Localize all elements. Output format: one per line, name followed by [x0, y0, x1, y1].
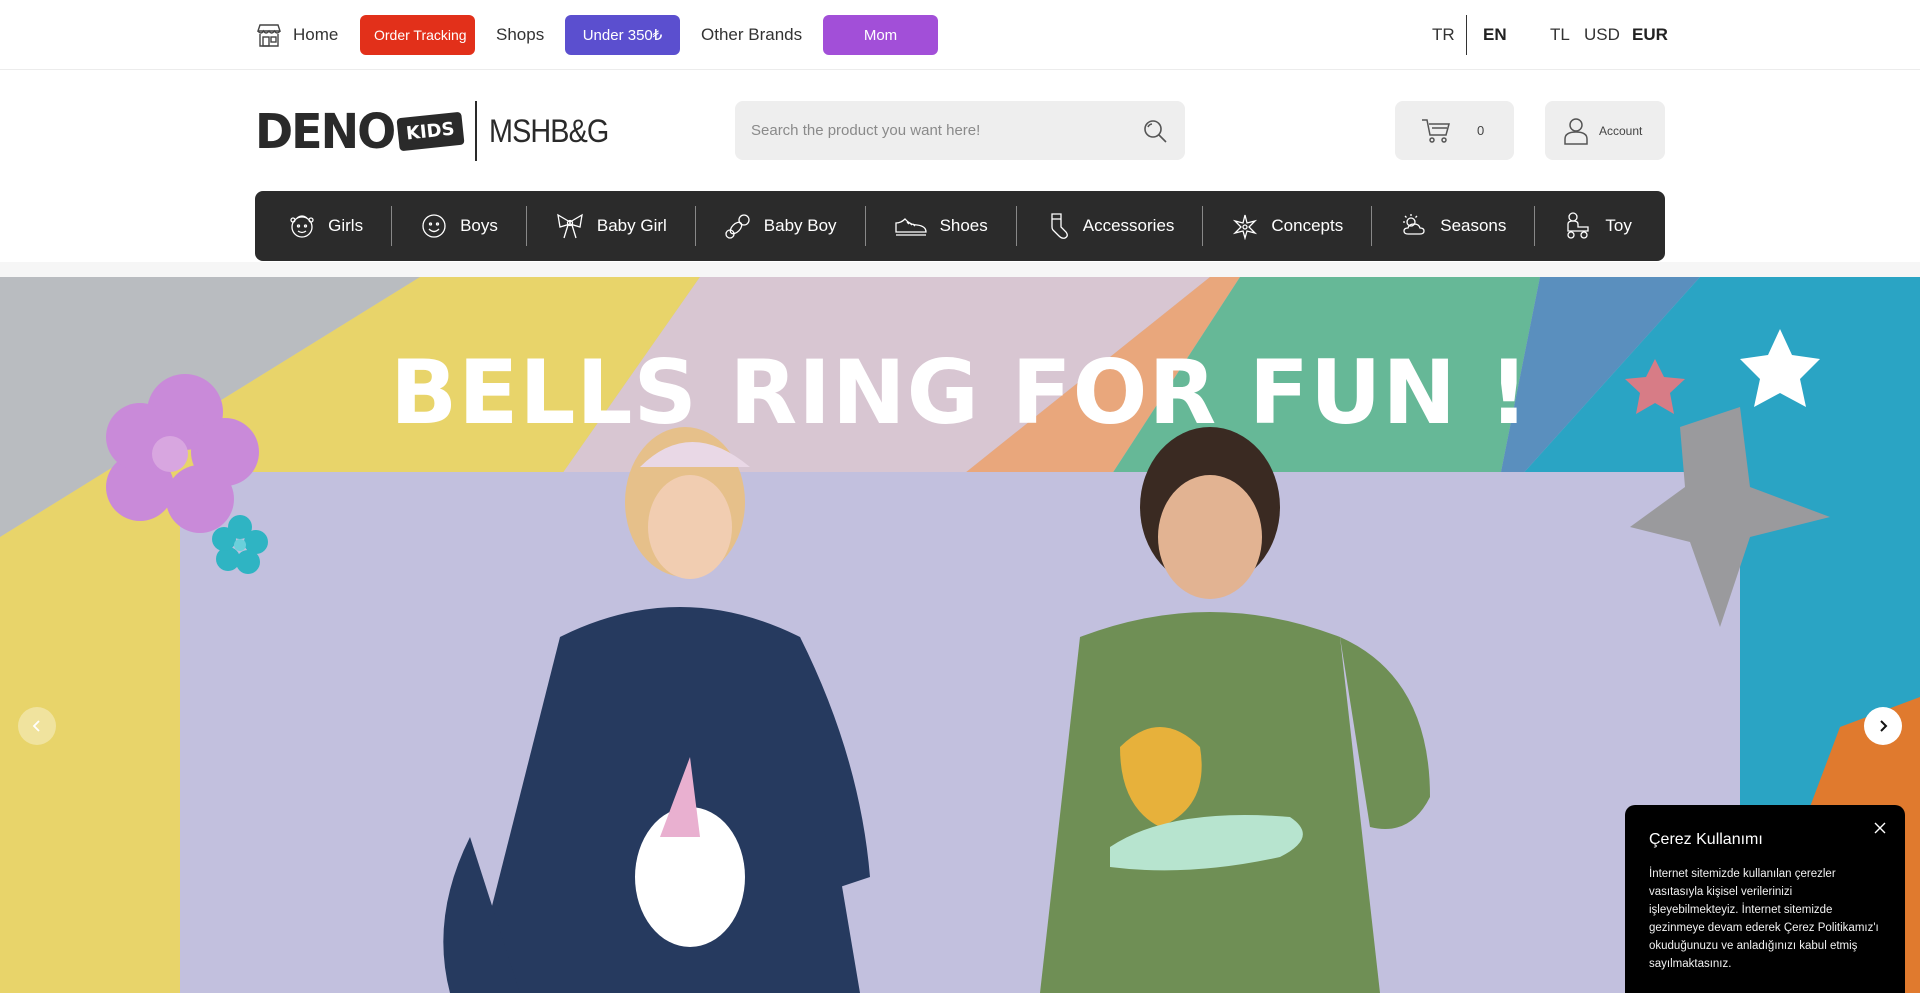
category-label: Baby Girl: [596, 216, 667, 235]
bow-icon: [557, 213, 583, 239]
category-label: Toy: [1605, 216, 1632, 235]
cookie-notice: Çerez Kullanımı İnternet sitemizde kulla…: [1625, 805, 1905, 993]
search-input[interactable]: [751, 122, 1141, 139]
slider-next-button[interactable]: [1864, 707, 1902, 745]
category-label: Baby Boy: [763, 216, 837, 235]
sock-icon: [1051, 213, 1068, 239]
category-baby-boy[interactable]: Baby Boy: [696, 206, 866, 246]
logo-divider: [474, 101, 477, 161]
search-bar: [735, 101, 1185, 160]
currency-tl[interactable]: TL: [1550, 15, 1570, 55]
cookie-text: İnternet sitemizde kullanılan çerezler v…: [1649, 868, 1879, 970]
language-tr[interactable]: TR: [1432, 15, 1455, 55]
category-label: Shoes: [939, 216, 988, 235]
slider-prev-button[interactable]: [18, 707, 56, 745]
boy-face-icon: [422, 214, 446, 238]
currency-usd[interactable]: USD: [1584, 15, 1620, 55]
category-seasons[interactable]: Seasons: [1372, 206, 1536, 246]
category-shoes[interactable]: Shoes: [866, 206, 1017, 246]
home-label: Home: [293, 25, 339, 44]
sparkle-icon: [1233, 214, 1258, 240]
site-logo[interactable]: DENO KIDS MSHB&G: [255, 100, 621, 162]
category-girls[interactable]: Girls: [260, 206, 393, 246]
search-icon[interactable]: [1141, 117, 1169, 145]
close-icon: [1874, 822, 1886, 834]
other-brands-link[interactable]: Other Brands: [701, 15, 802, 55]
shops-link[interactable]: Shops: [496, 15, 544, 55]
user-icon: [1564, 117, 1588, 145]
cart-icon: [1422, 118, 1450, 143]
section-divider: [0, 262, 1920, 278]
logo-mshbg: MSHB&G: [488, 112, 609, 149]
category-label: Concepts: [1271, 216, 1344, 235]
account-label: Account: [1599, 123, 1643, 138]
cart-count: 0: [1477, 123, 1485, 138]
under-350-button[interactable]: Under 350₺: [565, 15, 680, 55]
sun-cloud-icon: [1403, 214, 1425, 235]
logo-deno: DENO: [255, 102, 396, 160]
chevron-right-icon: [1880, 720, 1888, 732]
category-accessories[interactable]: Accessories: [1017, 206, 1204, 246]
shoe-icon: [894, 218, 927, 236]
home-link[interactable]: Home: [255, 15, 338, 55]
cookie-title: Çerez Kullanımı: [1649, 831, 1763, 848]
top-bar: Home Order Tracking Shops Under 350₺ Oth…: [0, 0, 1920, 70]
category-boys[interactable]: Boys: [392, 206, 527, 246]
currency-eur[interactable]: EUR: [1632, 15, 1668, 55]
logo-kids-tag: KIDS: [396, 111, 465, 151]
toy-car-icon: [1567, 212, 1590, 239]
order-tracking-button[interactable]: Order Tracking: [360, 15, 475, 55]
chevron-left-icon: [32, 720, 40, 732]
account-button[interactable]: Account: [1545, 101, 1665, 160]
category-nav: Girls Boys Baby Girl Baby Boy Shoes Acce…: [255, 191, 1665, 261]
cookie-close-button[interactable]: [1871, 819, 1889, 837]
store-icon: [257, 24, 281, 47]
hero-title: BELLS RING FOR FUN !: [390, 341, 1530, 444]
girl-face-icon: [290, 215, 314, 238]
language-en[interactable]: EN: [1483, 15, 1507, 55]
cart-button[interactable]: 0: [1395, 101, 1514, 160]
language-divider: [1466, 15, 1467, 55]
category-baby-girl[interactable]: Baby Girl: [527, 206, 696, 246]
category-toy[interactable]: Toy: [1535, 206, 1659, 246]
category-label: Girls: [328, 216, 364, 235]
category-label: Seasons: [1440, 216, 1507, 235]
category-concepts[interactable]: Concepts: [1203, 206, 1373, 246]
mom-button[interactable]: Mom: [823, 15, 938, 55]
pacifier-icon: [725, 214, 750, 239]
category-label: Accessories: [1082, 216, 1175, 235]
category-label: Boys: [460, 216, 498, 235]
